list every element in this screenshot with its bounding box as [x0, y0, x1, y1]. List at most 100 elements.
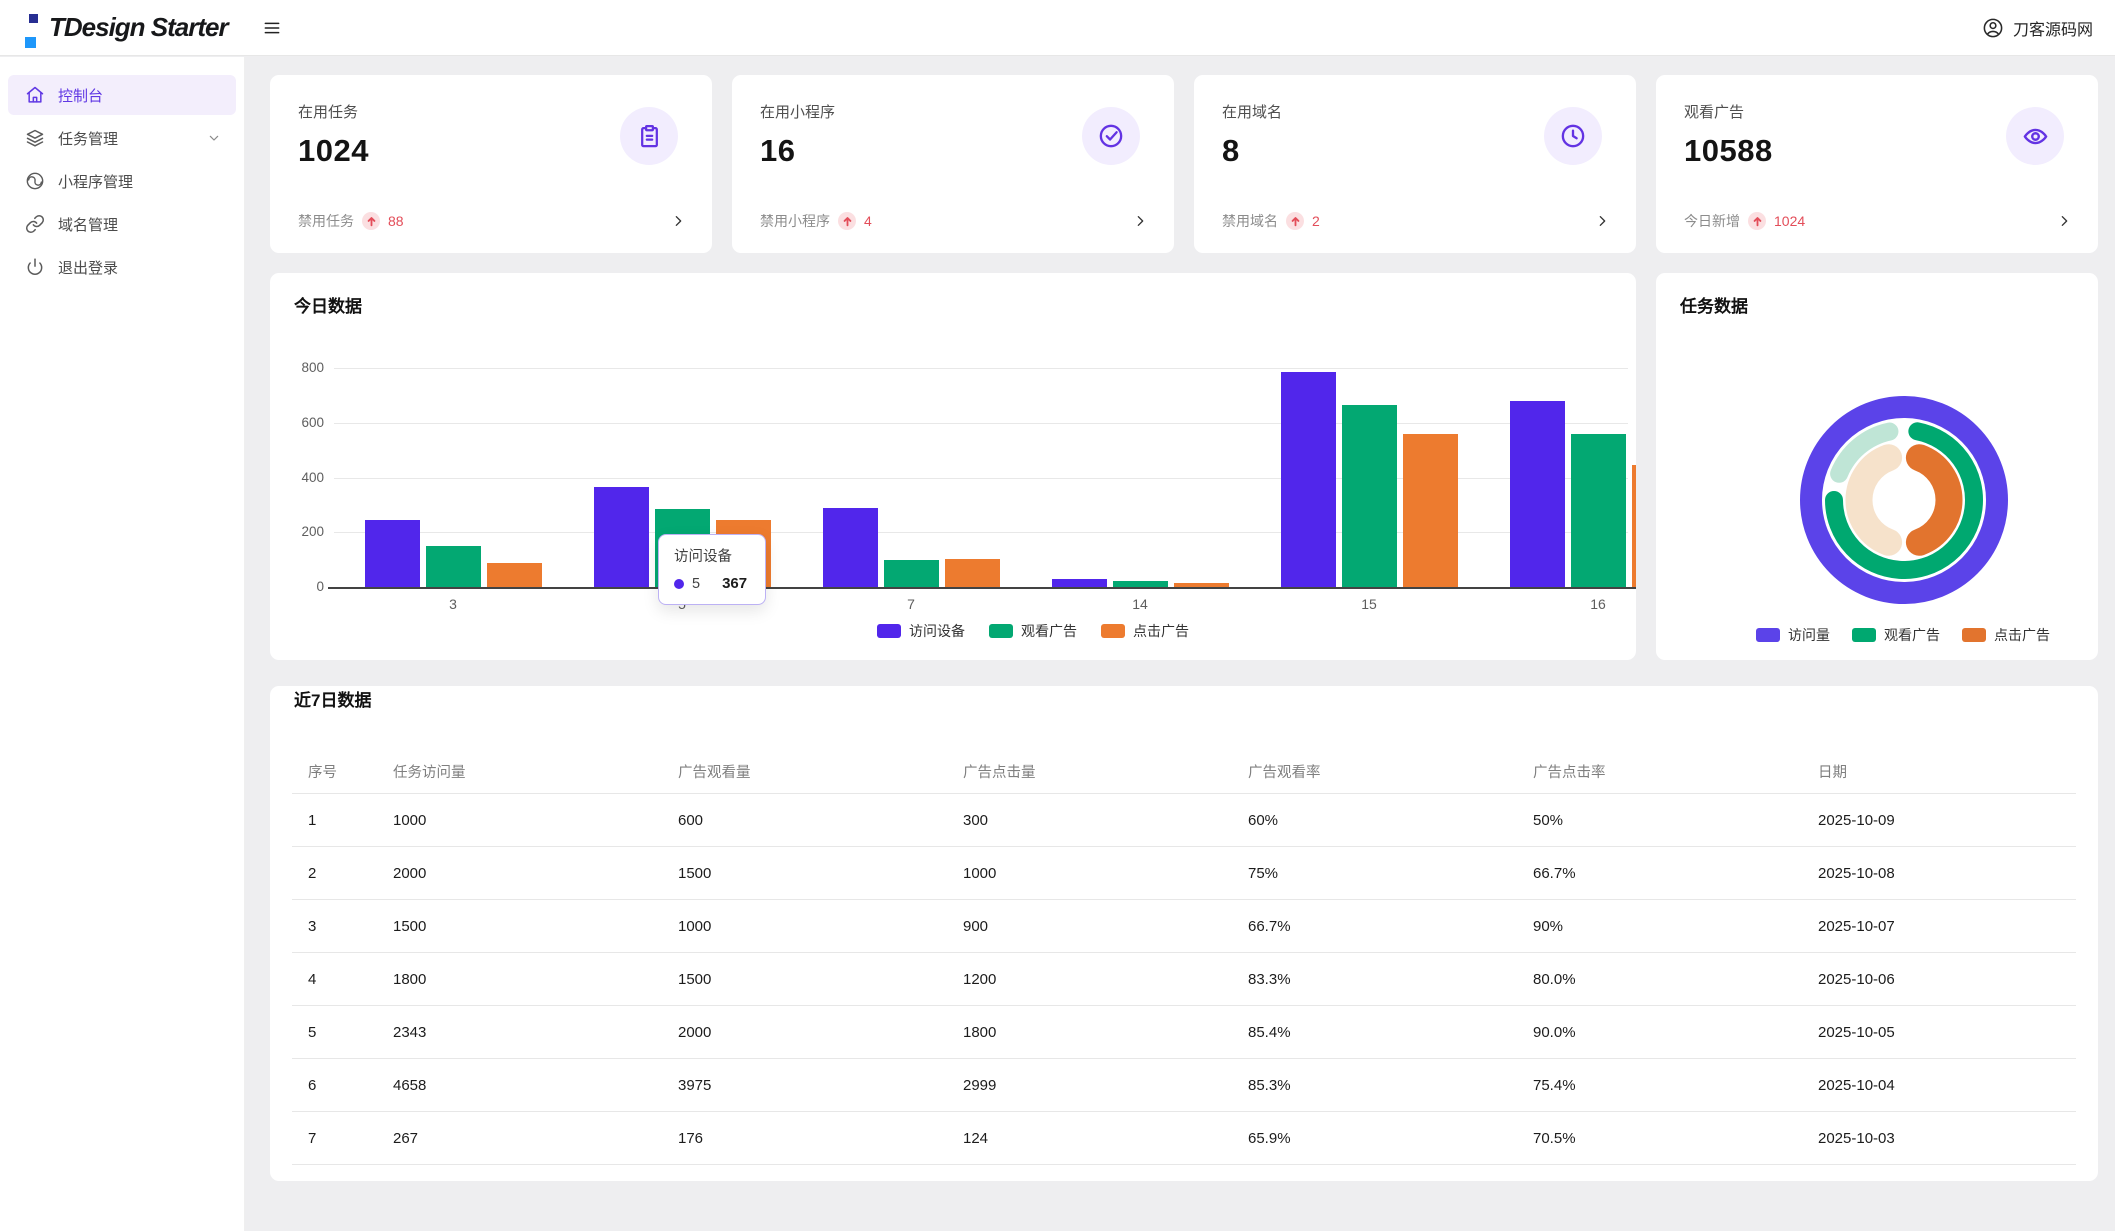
stat-footer: 禁用域名 2 [1222, 211, 1610, 231]
table-row: 3 1500 1000 900 66.7% 90% 2025-10-07 [292, 900, 2076, 953]
bar-点击广告 [486, 562, 542, 587]
table-cell: 50% [1533, 811, 1564, 829]
gridline [334, 368, 1628, 369]
clipboard-icon [620, 107, 678, 165]
stat-card-miniprograms: 在用小程序 16 禁用小程序 4 [732, 75, 1174, 253]
table-cell: 1000 [393, 811, 427, 829]
app-title: TDesign Starter [49, 12, 229, 42]
legend-item-点击广告[interactable]: 点击广告 [1962, 625, 2050, 645]
stat-footer: 禁用任务 88 [298, 211, 686, 231]
bar-chart-title: 今日数据 [294, 297, 362, 316]
tooltip-row: 5 367 [674, 575, 750, 592]
table-cell: 2000 [678, 1023, 712, 1041]
bar-观看广告 [883, 559, 939, 587]
table-header-cell: 任务访问量 [393, 764, 466, 781]
sidebar-item-dashboard[interactable]: 控制台 [8, 75, 236, 115]
legend-item-点击广告[interactable]: 点击广告 [1101, 621, 1189, 641]
chevron-right-icon[interactable] [1132, 213, 1148, 229]
table-header-cell: 广告观看量 [678, 764, 751, 781]
legend-item-访问量[interactable]: 访问量 [1756, 625, 1830, 645]
legend-item-观看广告[interactable]: 观看广告 [1852, 625, 1940, 645]
sidebar-item-miniprogram[interactable]: 小程序管理 [8, 161, 236, 201]
bar-访问设备 [822, 507, 878, 587]
x-axis-tick-label: 14 [1132, 596, 1148, 612]
sidebar-item-label: 小程序管理 [58, 173, 134, 191]
sidebar-item-domains[interactable]: 域名管理 [8, 204, 236, 244]
legend-item-观看广告[interactable]: 观看广告 [989, 621, 1077, 641]
bar-访问设备 [364, 519, 420, 587]
tooltip-value: 367 [722, 575, 748, 592]
donut-chart-legend: 访问量 观看广告 点击广告 [1682, 625, 2098, 645]
x-axis-tick-label: 7 [907, 596, 915, 612]
table-cell: 90% [1533, 917, 1564, 935]
legend-label: 访问量 [1788, 627, 1830, 643]
bar-观看广告 [1341, 404, 1397, 587]
sidebar-item-label: 控制台 [58, 87, 104, 105]
table-cell: 85.4% [1248, 1023, 1291, 1041]
table-cell: 85.3% [1248, 1076, 1291, 1094]
table-cell: 1800 [963, 1023, 997, 1041]
stat-footer: 禁用小程序 4 [760, 211, 1148, 231]
legend-label: 访问设备 [909, 623, 965, 639]
y-axis-tick-label: 0 [316, 579, 324, 594]
charts-row: 今日数据 0 200 400 600 800 3 5 7 14 15 16 访问设备 5 367 访… [270, 273, 2098, 660]
eye-icon [2006, 107, 2064, 165]
stat-card-ad-views: 观看广告 10588 今日新增 1024 [1656, 75, 2098, 253]
user-menu[interactable]: 刀客源码网 [1982, 16, 2115, 40]
y-axis-tick-label: 200 [301, 524, 324, 540]
chart-tooltip: 访问设备 5 367 [658, 534, 766, 605]
table-cell: 2025-10-05 [1818, 1023, 1895, 1041]
x-axis-line [328, 587, 1636, 589]
y-axis-tick-label: 800 [301, 360, 324, 375]
table-row: 2 2000 1500 1000 75% 66.7% 2025-10-08 [292, 847, 2076, 900]
app-logo: TDesign Starter [0, 8, 245, 48]
chevron-right-icon[interactable] [670, 213, 686, 229]
main-content: 在用任务 1024 禁用任务 88 在用小程序 16 禁用小程序 4 在用域名 … [270, 75, 2098, 1181]
link-icon [25, 214, 45, 234]
table-cell: 3 [308, 917, 317, 935]
table-cell: 1500 [678, 864, 712, 882]
table-cell: 267 [393, 1129, 419, 1147]
table-cell: 6 [308, 1076, 317, 1094]
chevron-right-icon[interactable] [1594, 213, 1610, 229]
top-header: TDesign Starter 刀客源码网 [0, 0, 2115, 56]
stat-sub-value: 88 [388, 213, 404, 229]
table-cell: 2025-10-07 [1818, 917, 1895, 935]
table-cell: 176 [678, 1129, 704, 1147]
table-cell: 1800 [393, 970, 427, 988]
table-header-row: 序号 任务访问量 广告观看量 广告点击量 广告观看率 广告点击率 日期 [292, 749, 2076, 794]
legend-label: 观看广告 [1884, 627, 1940, 643]
arrow-up-icon [362, 212, 380, 230]
sidebar-item-tasks[interactable]: 任务管理 [8, 118, 236, 158]
sidebar-item-label: 退出登录 [58, 259, 119, 277]
table-row: 4 1800 1500 1200 83.3% 80.0% 2025-10-06 [292, 953, 2076, 1006]
stat-sub-value: 2 [1312, 213, 1320, 229]
table-cell: 1500 [393, 917, 427, 935]
recent-7days-card: 近7日数据 序号 任务访问量 广告观看量 广告点击量 广告观看率 广告点击率 日期 1 1000… [270, 686, 2098, 1181]
arrow-up-icon [1286, 212, 1304, 230]
stat-card-tasks: 在用任务 1024 禁用任务 88 [270, 75, 712, 253]
legend-item-访问设备[interactable]: 访问设备 [877, 621, 965, 641]
hamburger-menu-icon[interactable] [258, 14, 286, 42]
table-cell: 1000 [963, 864, 997, 882]
table-cell: 83.3% [1248, 970, 1291, 988]
user-avatar-icon [1982, 17, 2004, 39]
check-circle-icon [1082, 107, 1140, 165]
today-data-card: 今日数据 0 200 400 600 800 3 5 7 14 15 16 访问设备 5 367 访… [270, 273, 1636, 660]
power-icon [25, 257, 45, 277]
gridline [334, 422, 1628, 424]
legend-label: 观看广告 [1021, 623, 1077, 639]
table-header-cell: 序号 [308, 764, 337, 781]
tooltip-title: 访问设备 [674, 549, 732, 565]
table-cell: 1200 [963, 970, 997, 988]
layers-icon [25, 128, 45, 148]
chevron-right-icon[interactable] [2056, 213, 2072, 229]
bar-访问设备 [1051, 579, 1107, 587]
bar-观看广告 [1570, 434, 1626, 587]
sidebar-item-logout[interactable]: 退出登录 [8, 247, 236, 287]
bar-观看广告 [425, 546, 481, 587]
stat-sub-value: 1024 [1774, 213, 1806, 229]
sidebar-nav: 控制台 任务管理 小程序管理 域名管理 退出登录 [0, 57, 245, 1231]
bar-chart-plot: 0 200 400 600 800 3 5 7 14 15 16 [270, 273, 1636, 660]
table-cell: 124 [963, 1129, 989, 1147]
